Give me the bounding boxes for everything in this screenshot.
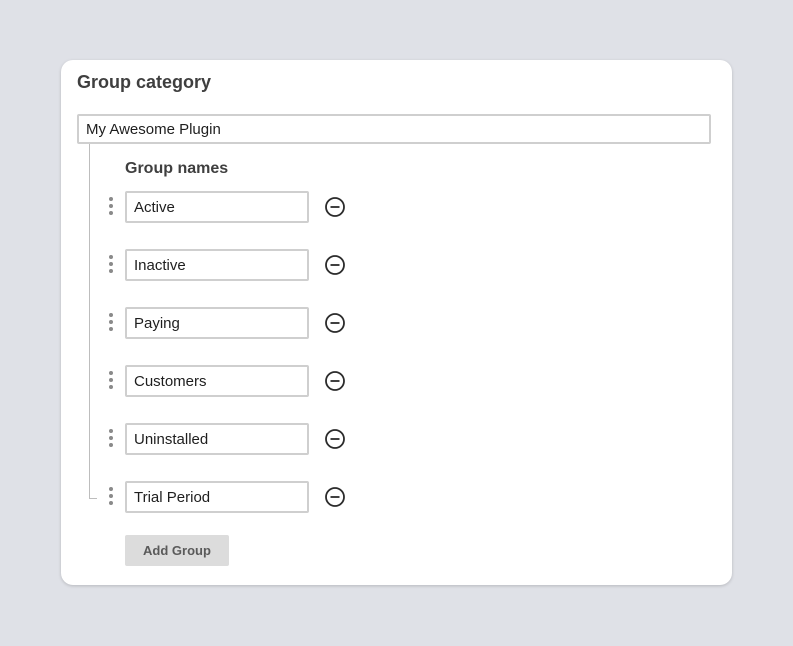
drag-handle-icon[interactable] [107,429,115,451]
drag-handle-icon[interactable] [107,371,115,393]
group-row [101,249,361,281]
group-row [101,481,361,513]
group-row [101,307,361,339]
group-category-input[interactable] [77,114,711,144]
group-names-label: Group names [125,160,229,177]
group-category-title: Group category [77,72,212,92]
drag-handle-icon[interactable] [107,487,115,509]
remove-group-button[interactable] [324,428,346,450]
remove-circle-icon [325,487,345,507]
group-name-input[interactable] [125,249,309,281]
group-name-input[interactable] [125,307,309,339]
remove-circle-icon [325,371,345,391]
drag-handle-icon[interactable] [107,255,115,277]
group-row [101,423,361,455]
remove-circle-icon [325,429,345,449]
remove-group-button[interactable] [324,312,346,334]
remove-circle-icon [325,197,345,217]
group-row [101,365,361,397]
add-group-button[interactable]: Add Group [125,535,229,566]
group-name-input[interactable] [125,191,309,223]
tree-connector-elbow [89,498,97,499]
remove-group-button[interactable] [324,370,346,392]
drag-handle-icon[interactable] [107,313,115,335]
tree-connector-line [89,144,90,499]
group-name-input[interactable] [125,481,309,513]
group-name-input[interactable] [125,365,309,397]
group-name-input[interactable] [125,423,309,455]
remove-group-button[interactable] [324,486,346,508]
group-row [101,191,361,223]
group-category-card: Group category Group names [61,60,732,585]
remove-circle-icon [325,255,345,275]
remove-group-button[interactable] [324,254,346,276]
remove-group-button[interactable] [324,196,346,218]
drag-handle-icon[interactable] [107,197,115,219]
remove-circle-icon [325,313,345,333]
